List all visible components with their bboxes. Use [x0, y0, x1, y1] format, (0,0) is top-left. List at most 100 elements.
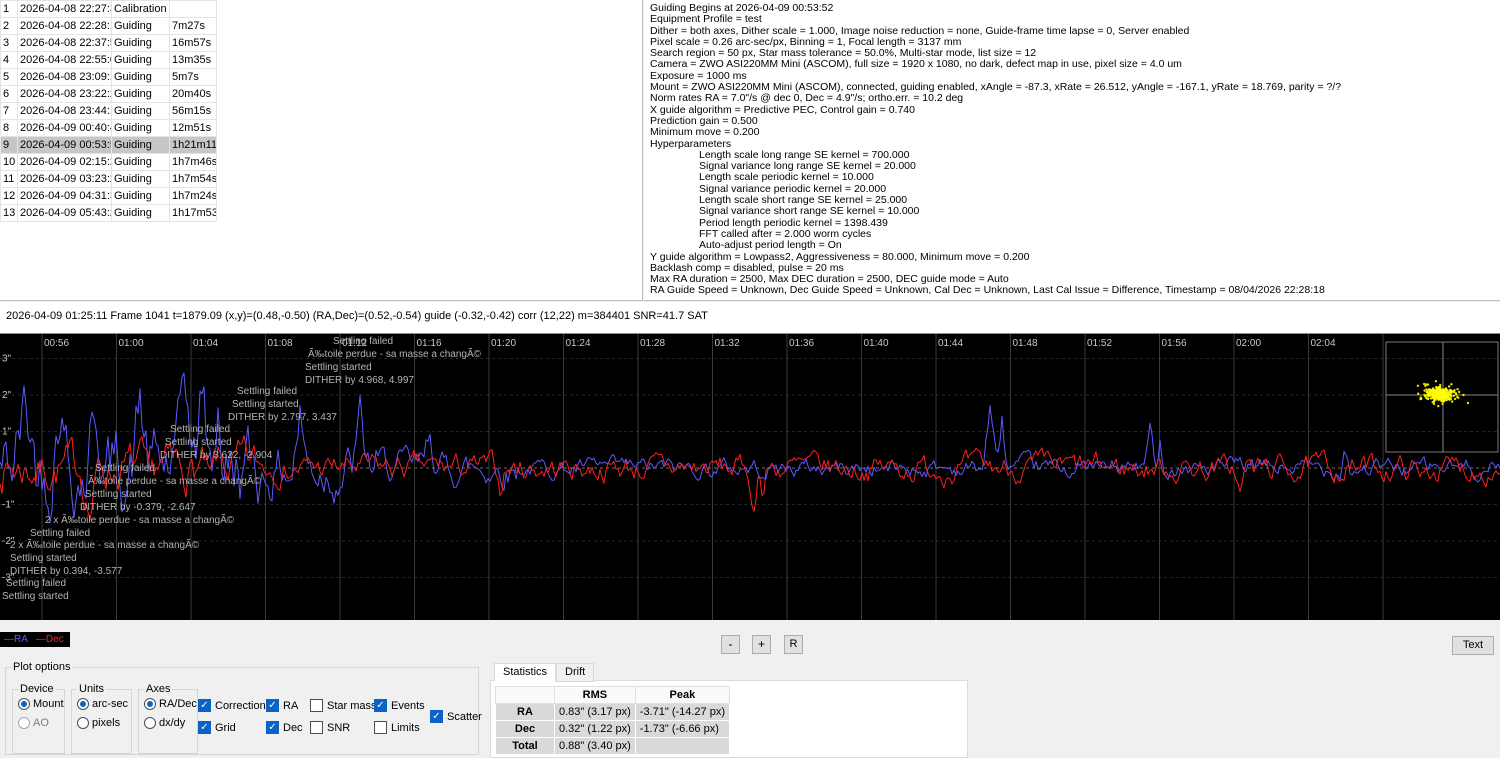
- radio-mount[interactable]: Mount: [18, 698, 64, 710]
- radio-label: AO: [33, 717, 49, 729]
- svg-text:01:28: 01:28: [640, 338, 665, 349]
- checkbox-snr[interactable]: SNR: [310, 721, 377, 734]
- session-type: Guiding: [111, 204, 170, 222]
- svg-text:01:16: 01:16: [417, 338, 442, 349]
- session-row[interactable]: 122026-04-09 04:31:32Guiding1h7m24s: [0, 187, 217, 205]
- zoom-in-button[interactable]: +: [752, 635, 771, 654]
- stats-row-ra: RA 0.83" (3.17 px) -3.71" (-14.27 px): [495, 703, 731, 721]
- session-row[interactable]: 22026-04-08 22:28:18Guiding7m27s: [0, 17, 217, 35]
- session-row[interactable]: 72026-04-08 23:44:10Guiding56m15s: [0, 102, 217, 120]
- session-timestamp: 2026-04-08 23:09:17: [17, 68, 112, 86]
- checkbox-grid[interactable]: ✓ Grid: [198, 721, 271, 734]
- session-timestamp: 2026-04-09 00:53:52: [17, 136, 112, 154]
- stats-header-row: RMS Peak: [495, 686, 731, 704]
- tab-statistics[interactable]: Statistics: [494, 663, 557, 682]
- sessions-table-body: 12026-04-08 22:27:37Calibration22026-04-…: [0, 0, 217, 222]
- session-row[interactable]: 12026-04-08 22:27:37Calibration: [0, 0, 217, 18]
- checkbox-box: ✓: [266, 721, 279, 734]
- radio-ao[interactable]: AO: [18, 717, 64, 729]
- session-timestamp: 2026-04-08 23:22:22: [17, 85, 112, 103]
- session-type: Guiding: [111, 153, 170, 171]
- session-row[interactable]: 112026-04-09 03:23:24Guiding1h7m54s: [0, 170, 217, 188]
- stats-rms-value: 0.83" (3.17 px): [554, 703, 636, 721]
- session-info-line: Equipment Profile = test: [650, 13, 762, 26]
- stats-peak-value: -1.73" (-6.66 px): [634, 720, 731, 738]
- radio-label: pixels: [92, 717, 121, 729]
- device-group-label: Device: [20, 683, 54, 695]
- checkbox-box: ✓: [198, 699, 211, 712]
- chart-annotation: DITHER by -0.379, -2.647: [80, 502, 196, 513]
- checkbox-star-mass[interactable]: Star mass: [310, 699, 377, 712]
- checkbox-label: Dec: [283, 721, 303, 734]
- chart-annotation: DITHER by 3.622, -2.904: [160, 450, 273, 461]
- radio-arc-sec[interactable]: arc-sec: [77, 698, 131, 710]
- session-type: Calibration: [111, 0, 170, 18]
- chart-annotation: 2 x Ã‰toile perdue - sa masse a changÃ©: [45, 513, 235, 526]
- session-row[interactable]: 32026-04-08 22:37:59Guiding16m57s: [0, 34, 217, 52]
- stats-header-blank: [495, 686, 555, 704]
- session-row[interactable]: 42026-04-08 22:55:06Guiding13m35s: [0, 51, 217, 69]
- session-duration: 20m40s: [169, 85, 217, 103]
- checkbox-label: Grid: [215, 721, 236, 734]
- session-duration: 12m51s: [169, 119, 217, 137]
- radio-dot: [77, 698, 89, 710]
- svg-text:01:24: 01:24: [566, 338, 591, 349]
- session-row[interactable]: 132026-04-09 05:43:29Guiding1h17m53s: [0, 204, 217, 222]
- checkbox-ra[interactable]: ✓ RA: [266, 699, 303, 712]
- reset-view-button[interactable]: R: [784, 635, 803, 654]
- chart-annotation: Settling started: [305, 362, 372, 373]
- session-num: 12: [0, 187, 18, 205]
- statistics-table: RMS Peak RA 0.83" (3.17 px) -3.71" (-14.27…: [495, 686, 731, 755]
- session-duration: 5m7s: [169, 68, 217, 86]
- text-button[interactable]: Text: [1452, 636, 1494, 655]
- legend-dec: —Dec: [35, 634, 64, 645]
- chart-annotation: Settling started: [2, 591, 69, 602]
- device-options: Mount AO: [13, 695, 64, 729]
- session-row[interactable]: 102026-04-09 02:15:22Guiding1h7m46s: [0, 153, 217, 171]
- session-type: Guiding: [111, 51, 170, 69]
- session-timestamp: 2026-04-09 04:31:32: [17, 187, 112, 205]
- session-num: 4: [0, 51, 18, 69]
- checkbox-events[interactable]: ✓ Events: [374, 699, 425, 712]
- radio-dx-dy[interactable]: dx/dy: [144, 717, 197, 729]
- chart-annotation: Settling started: [165, 437, 232, 448]
- checkbox-corrections[interactable]: ✓ Corrections: [198, 699, 271, 712]
- checkbox-box: [374, 721, 387, 734]
- checkbox-col-3: Star mass SNR: [310, 699, 377, 743]
- radio-label: Mount: [33, 698, 64, 710]
- session-info-line: Prediction gain = 0.500: [650, 114, 758, 127]
- session-timestamp: 2026-04-08 23:44:10: [17, 102, 112, 120]
- checkbox-col-5: ✓ Scatter: [430, 710, 482, 732]
- radio-pixels[interactable]: pixels: [77, 717, 131, 729]
- session-duration: 13m35s: [169, 51, 217, 69]
- session-duration: 16m57s: [169, 34, 217, 52]
- session-row[interactable]: 82026-04-09 00:40:45Guiding12m51s: [0, 119, 217, 137]
- svg-text:01:52: 01:52: [1087, 338, 1112, 349]
- checkbox-limits[interactable]: Limits: [374, 721, 425, 734]
- session-info-line: Minimum move = 0.200: [650, 126, 760, 139]
- checkbox-box: ✓: [430, 710, 443, 723]
- checkbox-box: ✓: [374, 699, 387, 712]
- tab-drift[interactable]: Drift: [556, 663, 595, 682]
- guide-graph[interactable]: 00:56 01:00 01:04 01:08 01:12 01:16 01:20 01:24…: [0, 334, 1500, 620]
- stats-table-body: RA 0.83" (3.17 px) -3.71" (-14.27 px) Dec 0.…: [495, 703, 731, 755]
- checkbox-dec[interactable]: ✓ Dec: [266, 721, 303, 734]
- stats-header-rms: RMS: [554, 686, 636, 704]
- axes-group-label: Axes: [146, 683, 171, 695]
- session-num: 13: [0, 204, 18, 222]
- session-type: Guiding: [111, 102, 170, 120]
- radio-ra-dec[interactable]: RA/Dec: [144, 698, 197, 710]
- svg-text:2": 2": [2, 390, 12, 401]
- session-row[interactable]: 62026-04-08 23:22:22Guiding20m40s: [0, 85, 217, 103]
- checkbox-label: Scatter: [447, 710, 482, 723]
- checkbox-scatter[interactable]: ✓ Scatter: [430, 710, 482, 723]
- chart-annotation: 2 x Ã‰toile perdue - sa masse a changÃ©: [10, 538, 200, 551]
- session-row[interactable]: 92026-04-09 00:53:52Guiding1h21m11s: [0, 136, 217, 154]
- chart-annotation: Settling started: [10, 553, 77, 564]
- zoom-out-button[interactable]: -: [721, 635, 740, 654]
- session-duration: 7m27s: [169, 17, 217, 35]
- svg-text:01:48: 01:48: [1013, 338, 1038, 349]
- session-row[interactable]: 52026-04-08 23:09:17Guiding5m7s: [0, 68, 217, 86]
- session-duration: 1h17m53s: [169, 204, 217, 222]
- session-duration: 1h21m11s: [169, 136, 217, 154]
